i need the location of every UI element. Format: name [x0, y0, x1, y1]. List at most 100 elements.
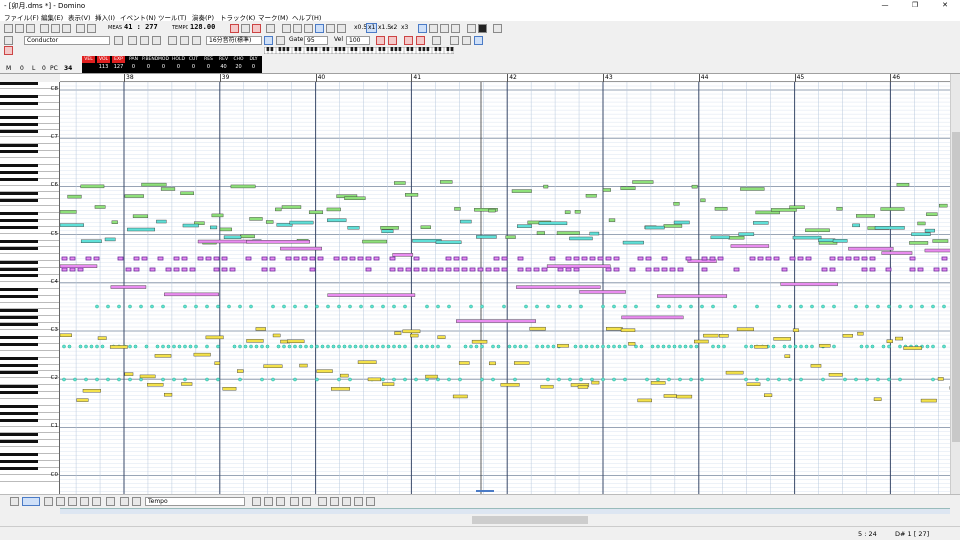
stamp-tool-icon[interactable]: [264, 497, 273, 506]
black-key[interactable]: [0, 226, 38, 230]
black-key[interactable]: [0, 82, 38, 85]
zoom-reset-icon[interactable]: [416, 36, 425, 45]
horizontal-scrollbar[interactable]: [0, 514, 960, 526]
black-key[interactable]: [0, 219, 38, 223]
curve-tool-icon[interactable]: [44, 497, 53, 506]
view-event-icon[interactable]: [451, 24, 460, 33]
line-tool-icon[interactable]: [22, 497, 40, 506]
black-key[interactable]: [0, 405, 38, 409]
controller-vel-column[interactable]: VEL: [82, 56, 95, 73]
controller-pbend-column[interactable]: P.BEND 0: [142, 56, 158, 73]
black-key[interactable]: [0, 295, 38, 299]
black-key[interactable]: [0, 239, 38, 243]
save-file-icon[interactable]: [26, 24, 35, 33]
black-key[interactable]: [0, 439, 38, 443]
speed-x3[interactable]: x3: [401, 24, 408, 32]
min-tool-icon[interactable]: [318, 497, 327, 506]
ruler-bar-38[interactable]: 38: [126, 74, 134, 82]
horizontal-scroll-thumb[interactable]: [472, 516, 588, 524]
controller-cut-column[interactable]: CUT 0: [187, 56, 200, 73]
black-key[interactable]: [0, 191, 38, 195]
random-tool-icon[interactable]: [92, 497, 101, 506]
controller-cho-column[interactable]: CHO 20: [232, 56, 245, 73]
black-key[interactable]: [0, 412, 38, 416]
track-select[interactable]: Conductor: [24, 36, 110, 45]
controller-rev-column[interactable]: REV 40: [217, 56, 230, 73]
loop-icon[interactable]: [266, 24, 275, 33]
black-key[interactable]: [0, 357, 38, 361]
close-button[interactable]: ✕: [930, 0, 960, 11]
ruler-bar-42[interactable]: 42: [509, 74, 517, 82]
black-key[interactable]: [0, 164, 38, 168]
black-key[interactable]: [0, 315, 38, 319]
controller-vol-column[interactable]: VOL 113: [97, 56, 110, 73]
pencil-tool-icon[interactable]: [168, 36, 177, 45]
curve2-tool-icon[interactable]: [56, 497, 65, 506]
view-window-icon[interactable]: [467, 24, 476, 33]
ruler-bar-44[interactable]: 44: [701, 74, 709, 82]
speaker-left-icon[interactable]: [140, 36, 149, 45]
edit-icon[interactable]: [4, 46, 13, 55]
curve3-tool-icon[interactable]: [68, 497, 77, 506]
bar-tool-icon[interactable]: [252, 497, 261, 506]
piano-roll-canvas[interactable]: [60, 82, 950, 494]
black-key[interactable]: [0, 95, 38, 99]
fast-forward-icon[interactable]: [326, 24, 335, 33]
snap-icon[interactable]: [474, 36, 483, 45]
undo-icon[interactable]: [76, 24, 85, 33]
mini-keyboard[interactable]: [264, 47, 454, 54]
black-key[interactable]: [0, 171, 38, 175]
pointer-tool-icon[interactable]: [10, 497, 19, 506]
black-key[interactable]: [0, 198, 38, 202]
palette-icon[interactable]: [432, 36, 441, 45]
rect-tool-icon[interactable]: [120, 497, 129, 506]
controller-pan-column[interactable]: PAN 0: [127, 56, 140, 73]
redo-icon[interactable]: [87, 24, 96, 33]
view-roll-icon[interactable]: [418, 24, 427, 33]
controller-exp-column[interactable]: EXP 127: [112, 56, 125, 73]
controller-mod-column[interactable]: MOD 0: [157, 56, 170, 73]
ruler-bar-40[interactable]: 40: [318, 74, 326, 82]
black-key[interactable]: [0, 116, 38, 120]
ruler-bar-43[interactable]: 43: [605, 74, 613, 82]
settings-wrench-icon[interactable]: [493, 24, 502, 33]
ruler-bar-41[interactable]: 41: [413, 74, 421, 82]
black-key[interactable]: [0, 343, 38, 347]
minimize-button[interactable]: —: [870, 0, 900, 11]
black-key[interactable]: [0, 453, 38, 457]
gate-input[interactable]: 95: [304, 36, 328, 45]
eraser-icon[interactable]: [192, 36, 201, 45]
measure-ruler[interactable]: 38 39 40 41 42 43 44 45 46: [60, 74, 950, 82]
speaker-right-icon[interactable]: [152, 36, 161, 45]
rewind-icon[interactable]: [293, 24, 302, 33]
controller-hold-column[interactable]: HOLD 0: [172, 56, 185, 73]
vertical-scroll-thumb[interactable]: [952, 132, 960, 442]
wave-tool-icon[interactable]: [80, 497, 89, 506]
black-key[interactable]: [0, 260, 38, 264]
black-key[interactable]: [0, 143, 38, 147]
align-icon[interactable]: [450, 36, 459, 45]
table-tool-icon[interactable]: [354, 497, 363, 506]
black-key[interactable]: [0, 288, 38, 292]
cut-icon[interactable]: [40, 24, 49, 33]
black-key[interactable]: [0, 246, 38, 250]
view-dark-icon[interactable]: [478, 24, 487, 33]
piano-roll-grid[interactable]: [60, 82, 950, 494]
copy-icon[interactable]: [51, 24, 60, 33]
speaker-icon[interactable]: [128, 36, 137, 45]
black-key[interactable]: [0, 336, 38, 340]
ruler-tool-icon[interactable]: [276, 497, 285, 506]
black-key[interactable]: [0, 129, 38, 133]
step-back-icon[interactable]: [304, 24, 313, 33]
piano-keyboard[interactable]: C8 C7 C6 C5 C4 C3 C2 C1 C0: [0, 82, 60, 494]
black-key[interactable]: [0, 384, 38, 388]
black-key[interactable]: [0, 102, 38, 106]
brush-tool-icon[interactable]: [106, 497, 115, 506]
black-key[interactable]: [0, 432, 38, 436]
black-key[interactable]: [0, 267, 38, 271]
black-key[interactable]: [0, 370, 38, 374]
play-icon[interactable]: [315, 24, 324, 33]
black-key[interactable]: [0, 178, 38, 181]
open-file-icon[interactable]: [15, 24, 24, 33]
slope-tool-icon[interactable]: [290, 497, 299, 506]
